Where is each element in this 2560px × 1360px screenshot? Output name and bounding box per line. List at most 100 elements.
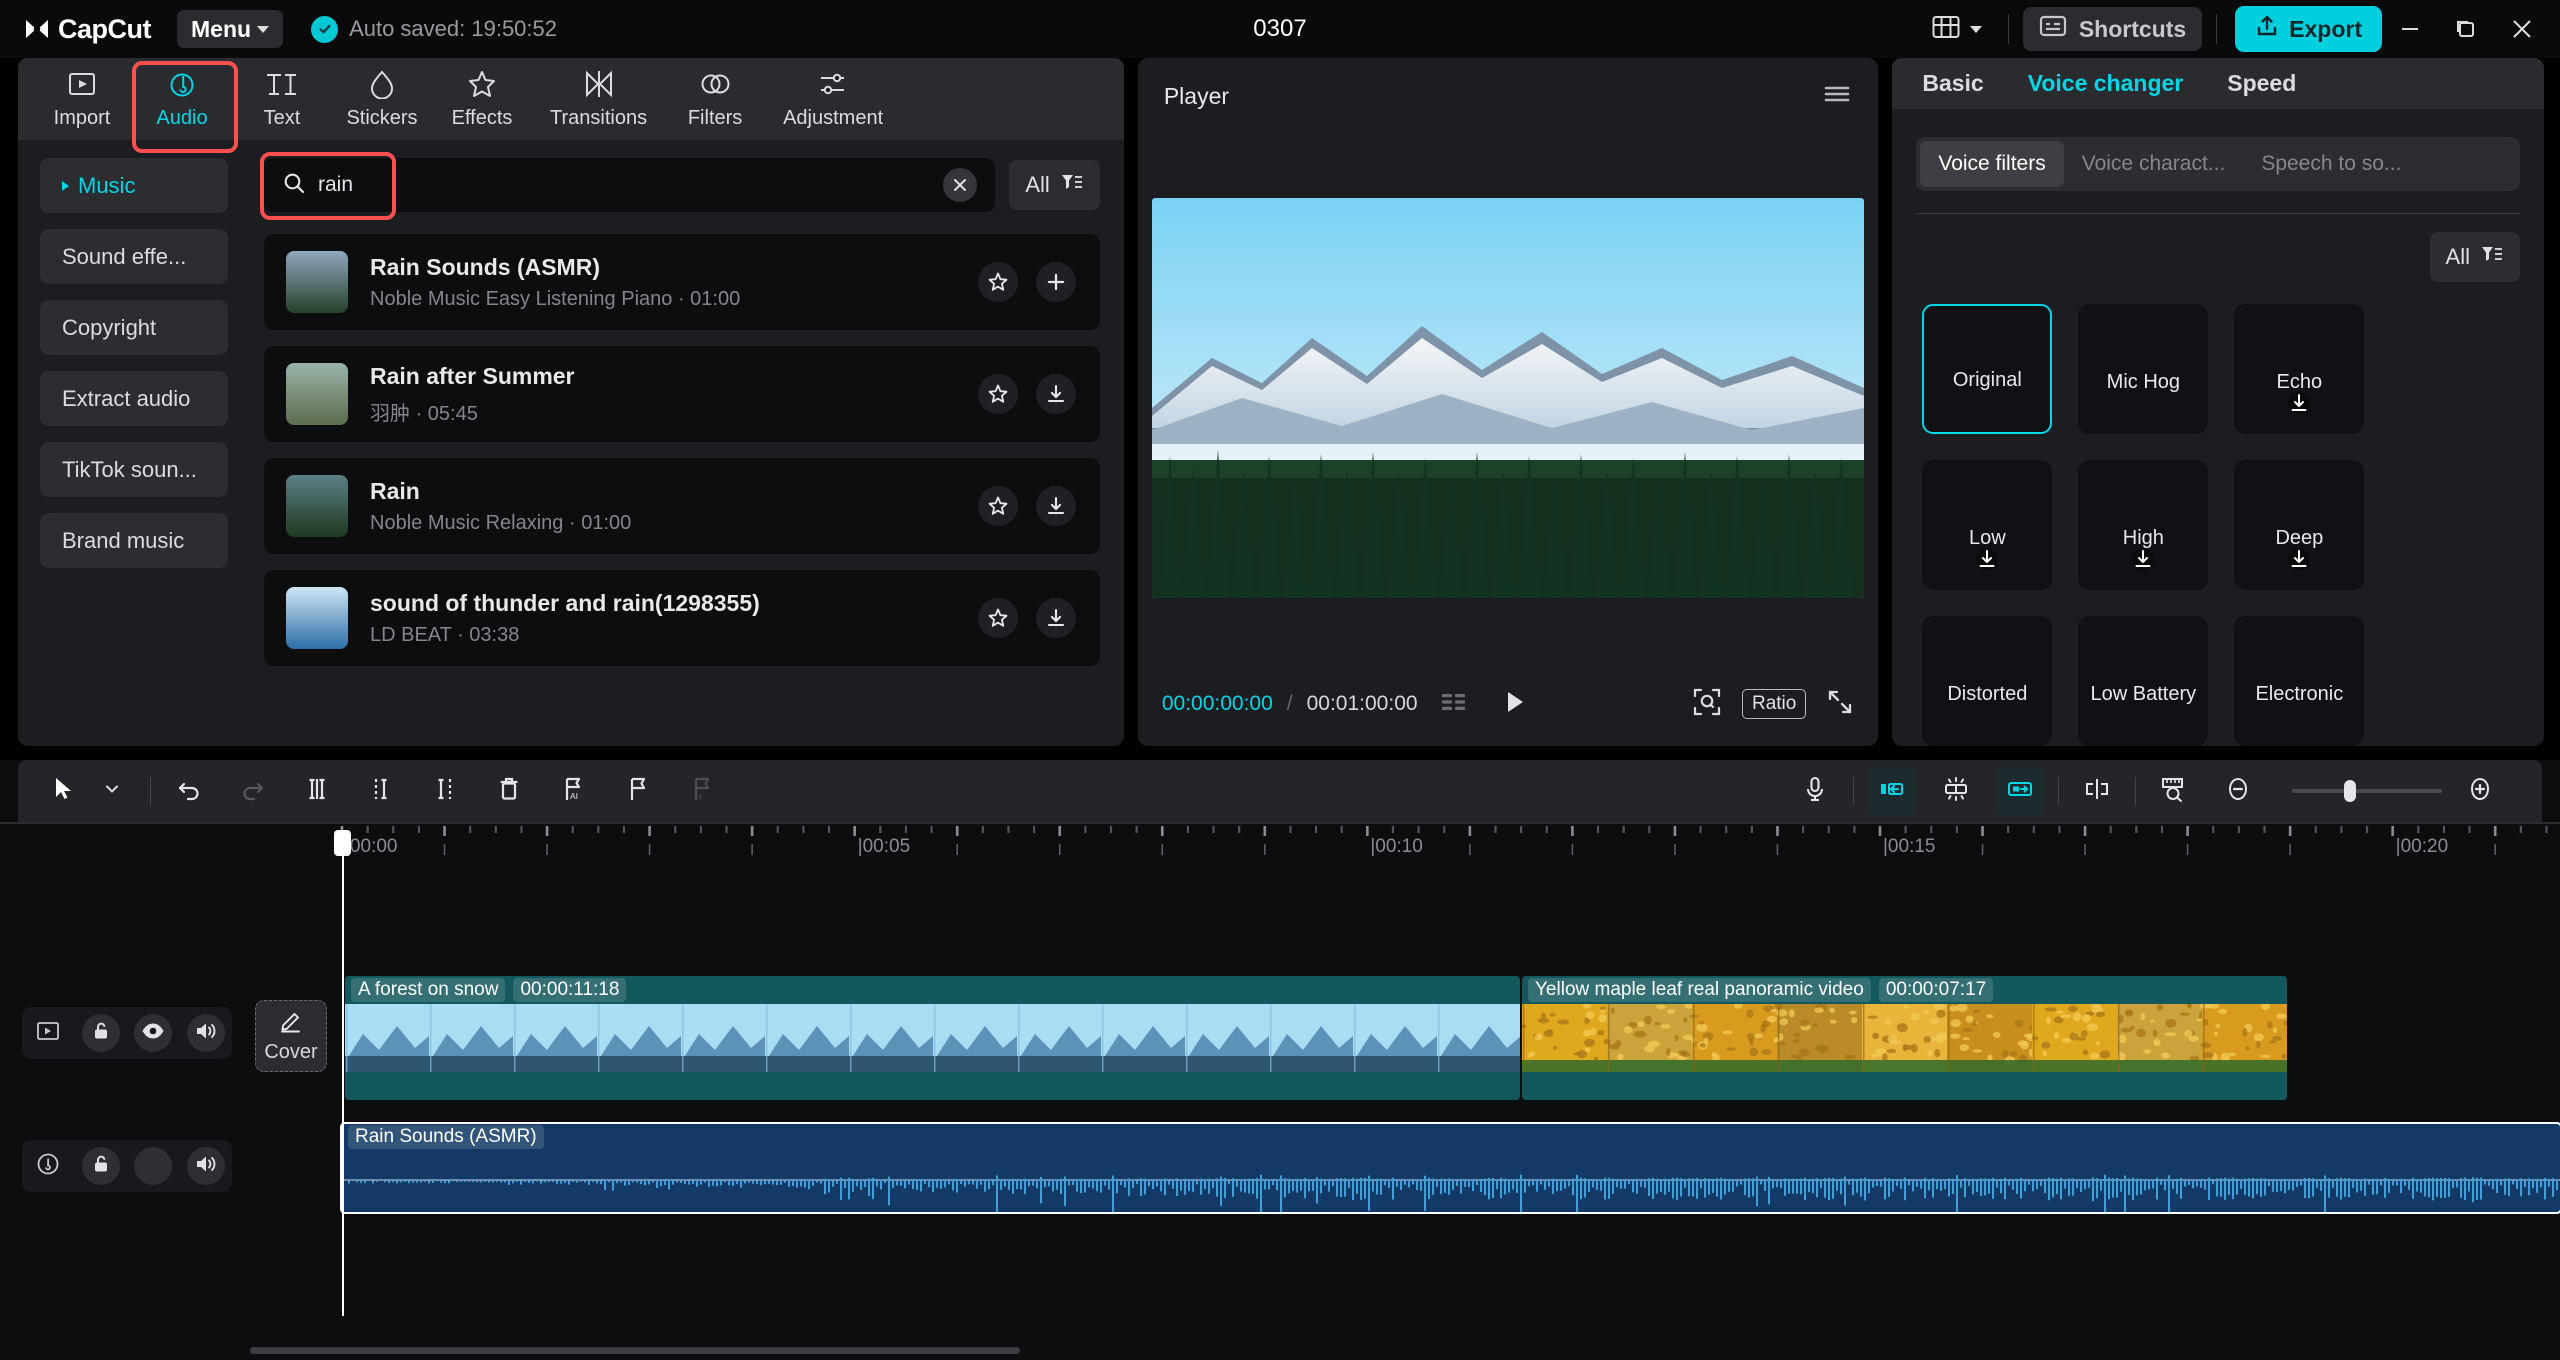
minimize-button[interactable] [2382, 1, 2438, 57]
lock-audio-track-button[interactable] [82, 1147, 120, 1185]
tab-audio[interactable]: Audio [134, 61, 230, 137]
split-button[interactable] [293, 767, 341, 815]
zoom-slider-knob[interactable] [2344, 780, 2356, 802]
voice-filter-original[interactable]: Original [1922, 304, 2052, 434]
download-icon[interactable] [1036, 374, 1076, 414]
ai-marker-button[interactable]: AI [549, 767, 597, 815]
tab-text[interactable]: Text [234, 61, 330, 137]
delete-button[interactable] [485, 767, 533, 815]
play-icon[interactable] [1500, 688, 1528, 721]
check-icon [311, 16, 338, 43]
plus-icon[interactable] [1036, 262, 1076, 302]
tab-filters[interactable]: Filters [667, 61, 763, 137]
category-copyright[interactable]: Copyright [40, 300, 228, 355]
mute-audio-track-button[interactable] [187, 1147, 225, 1185]
close-button[interactable] [2494, 1, 2550, 57]
segment-voice-charact[interactable]: Voice charact... [2064, 141, 2244, 187]
audio-list-item[interactable]: Rain Sounds (ASMR) Noble Music Easy List… [264, 234, 1100, 330]
download-icon[interactable] [1974, 546, 2000, 577]
voice-filter-echo[interactable]: Echo [2234, 304, 2364, 434]
export-button[interactable]: Export [2235, 6, 2382, 52]
audio-filter-button[interactable]: All [1009, 160, 1099, 210]
category-tiktok-soun[interactable]: TikTok soun... [40, 442, 228, 497]
record-button[interactable] [1791, 767, 1839, 815]
download-icon[interactable] [2130, 546, 2156, 577]
audio-list-item[interactable]: sound of thunder and rain(1298355) LD BE… [264, 570, 1100, 666]
tab-effects[interactable]: Effects [434, 61, 530, 137]
hide-video-track-button[interactable] [134, 1014, 172, 1052]
lock-video-track-button[interactable] [82, 1014, 120, 1052]
segment-speech-to-so[interactable]: Speech to so... [2243, 141, 2419, 187]
tab-import[interactable]: Import [34, 61, 130, 137]
video-clip-maple[interactable]: Yellow maple leaf real panoramic video 0… [1522, 976, 2287, 1100]
maximize-button[interactable] [2438, 1, 2494, 57]
voice-filter-electronic[interactable]: Electronic [2234, 616, 2364, 746]
download-icon[interactable] [1036, 598, 1076, 638]
timeline-horizontal-scrollbar[interactable] [250, 1347, 1020, 1354]
video-clip-forest[interactable]: A forest on snow 00:00:11:18 [345, 976, 1520, 1100]
voice-filter-deep[interactable]: Deep [2234, 460, 2364, 590]
tab-stickers[interactable]: Stickers [334, 61, 430, 137]
select-tool[interactable] [40, 767, 88, 815]
segment-voice-filters[interactable]: Voice filters [1920, 141, 2063, 187]
frames-grid-icon[interactable] [1440, 690, 1468, 719]
link-av-toggle[interactable] [1996, 767, 2044, 815]
tab-transitions[interactable]: Transitions [534, 61, 663, 137]
split-track-button[interactable] [2073, 767, 2121, 815]
properties-tab-voice-changer[interactable]: Voice changer [2028, 70, 2184, 97]
voice-filter-high[interactable]: High [2078, 460, 2208, 590]
undo-button[interactable] [165, 767, 213, 815]
delete-left-button[interactable] [357, 767, 405, 815]
search-input[interactable] [318, 173, 931, 197]
menu-button[interactable]: Menu [177, 10, 283, 48]
hamburger-icon[interactable] [1822, 82, 1852, 111]
audio-track-badge[interactable] [29, 1147, 67, 1185]
properties-tab-basic[interactable]: Basic [1922, 70, 1983, 97]
zoom-in-button[interactable] [2456, 767, 2504, 815]
cover-button[interactable]: Cover [255, 1000, 327, 1072]
properties-tab-speed[interactable]: Speed [2227, 70, 2296, 97]
mute-video-track-button[interactable] [187, 1014, 225, 1052]
delete-right-button[interactable] [421, 767, 469, 815]
voice-filter-low[interactable]: Low [1922, 460, 2052, 590]
playhead-handle[interactable] [334, 830, 351, 856]
search-box[interactable] [264, 158, 995, 212]
ratio-button[interactable]: Ratio [1742, 689, 1806, 719]
favorite-star-icon[interactable] [978, 486, 1018, 526]
auto-adjust-button[interactable] [1932, 767, 1980, 815]
category-sound-effe[interactable]: Sound effe... [40, 229, 228, 284]
download-icon[interactable] [1036, 486, 1076, 526]
timeline-playhead[interactable] [342, 836, 344, 1316]
zoom-out-button[interactable] [2214, 767, 2262, 815]
select-tool-dropdown[interactable] [88, 767, 136, 815]
timeline-ruler[interactable]: |00:00|00:05|00:10|00:15|00:20 [0, 822, 2560, 866]
clear-search-icon[interactable] [943, 168, 977, 202]
download-icon[interactable] [2286, 390, 2312, 421]
tab-adjustment[interactable]: Adjustment [767, 61, 899, 137]
audio-list-item[interactable]: Rain Noble Music Relaxing · 01:00 [264, 458, 1100, 554]
category-extract-audio[interactable]: Extract audio [40, 371, 228, 426]
voice-filter-low-battery[interactable]: Low Battery [2078, 616, 2208, 746]
snap-to-edge-toggle[interactable] [1868, 767, 1916, 815]
favorite-star-icon[interactable] [978, 598, 1018, 638]
keyboard-icon [2039, 14, 2067, 44]
voice-filter-mic-hog[interactable]: Mic Hog [2078, 304, 2208, 434]
favorite-star-icon[interactable] [978, 374, 1018, 414]
zoom-fit-icon[interactable] [1692, 687, 1722, 722]
category-music[interactable]: Music [40, 158, 228, 213]
favorite-star-icon[interactable] [978, 262, 1018, 302]
marker-button[interactable] [613, 767, 661, 815]
video-track-badge[interactable] [29, 1014, 67, 1052]
zoom-slider[interactable] [2292, 789, 2442, 793]
voice-filter-button[interactable]: All [2430, 232, 2520, 282]
category-brand-music[interactable]: Brand music [40, 513, 228, 568]
voice-filter-distorted[interactable]: Distorted [1922, 616, 2052, 746]
shortcuts-button[interactable]: Shortcuts [2023, 7, 2202, 51]
layout-button[interactable] [1920, 8, 1994, 51]
preview-video[interactable] [1152, 198, 1864, 598]
download-icon[interactable] [2286, 546, 2312, 577]
audio-clip-rain[interactable]: Rain Sounds (ASMR) [340, 1122, 2560, 1214]
audio-list-item[interactable]: Rain after Summer 羽肿 · 05:45 [264, 346, 1100, 442]
fullscreen-icon[interactable] [1826, 688, 1854, 721]
fit-timeline-button[interactable] [2150, 767, 2198, 815]
